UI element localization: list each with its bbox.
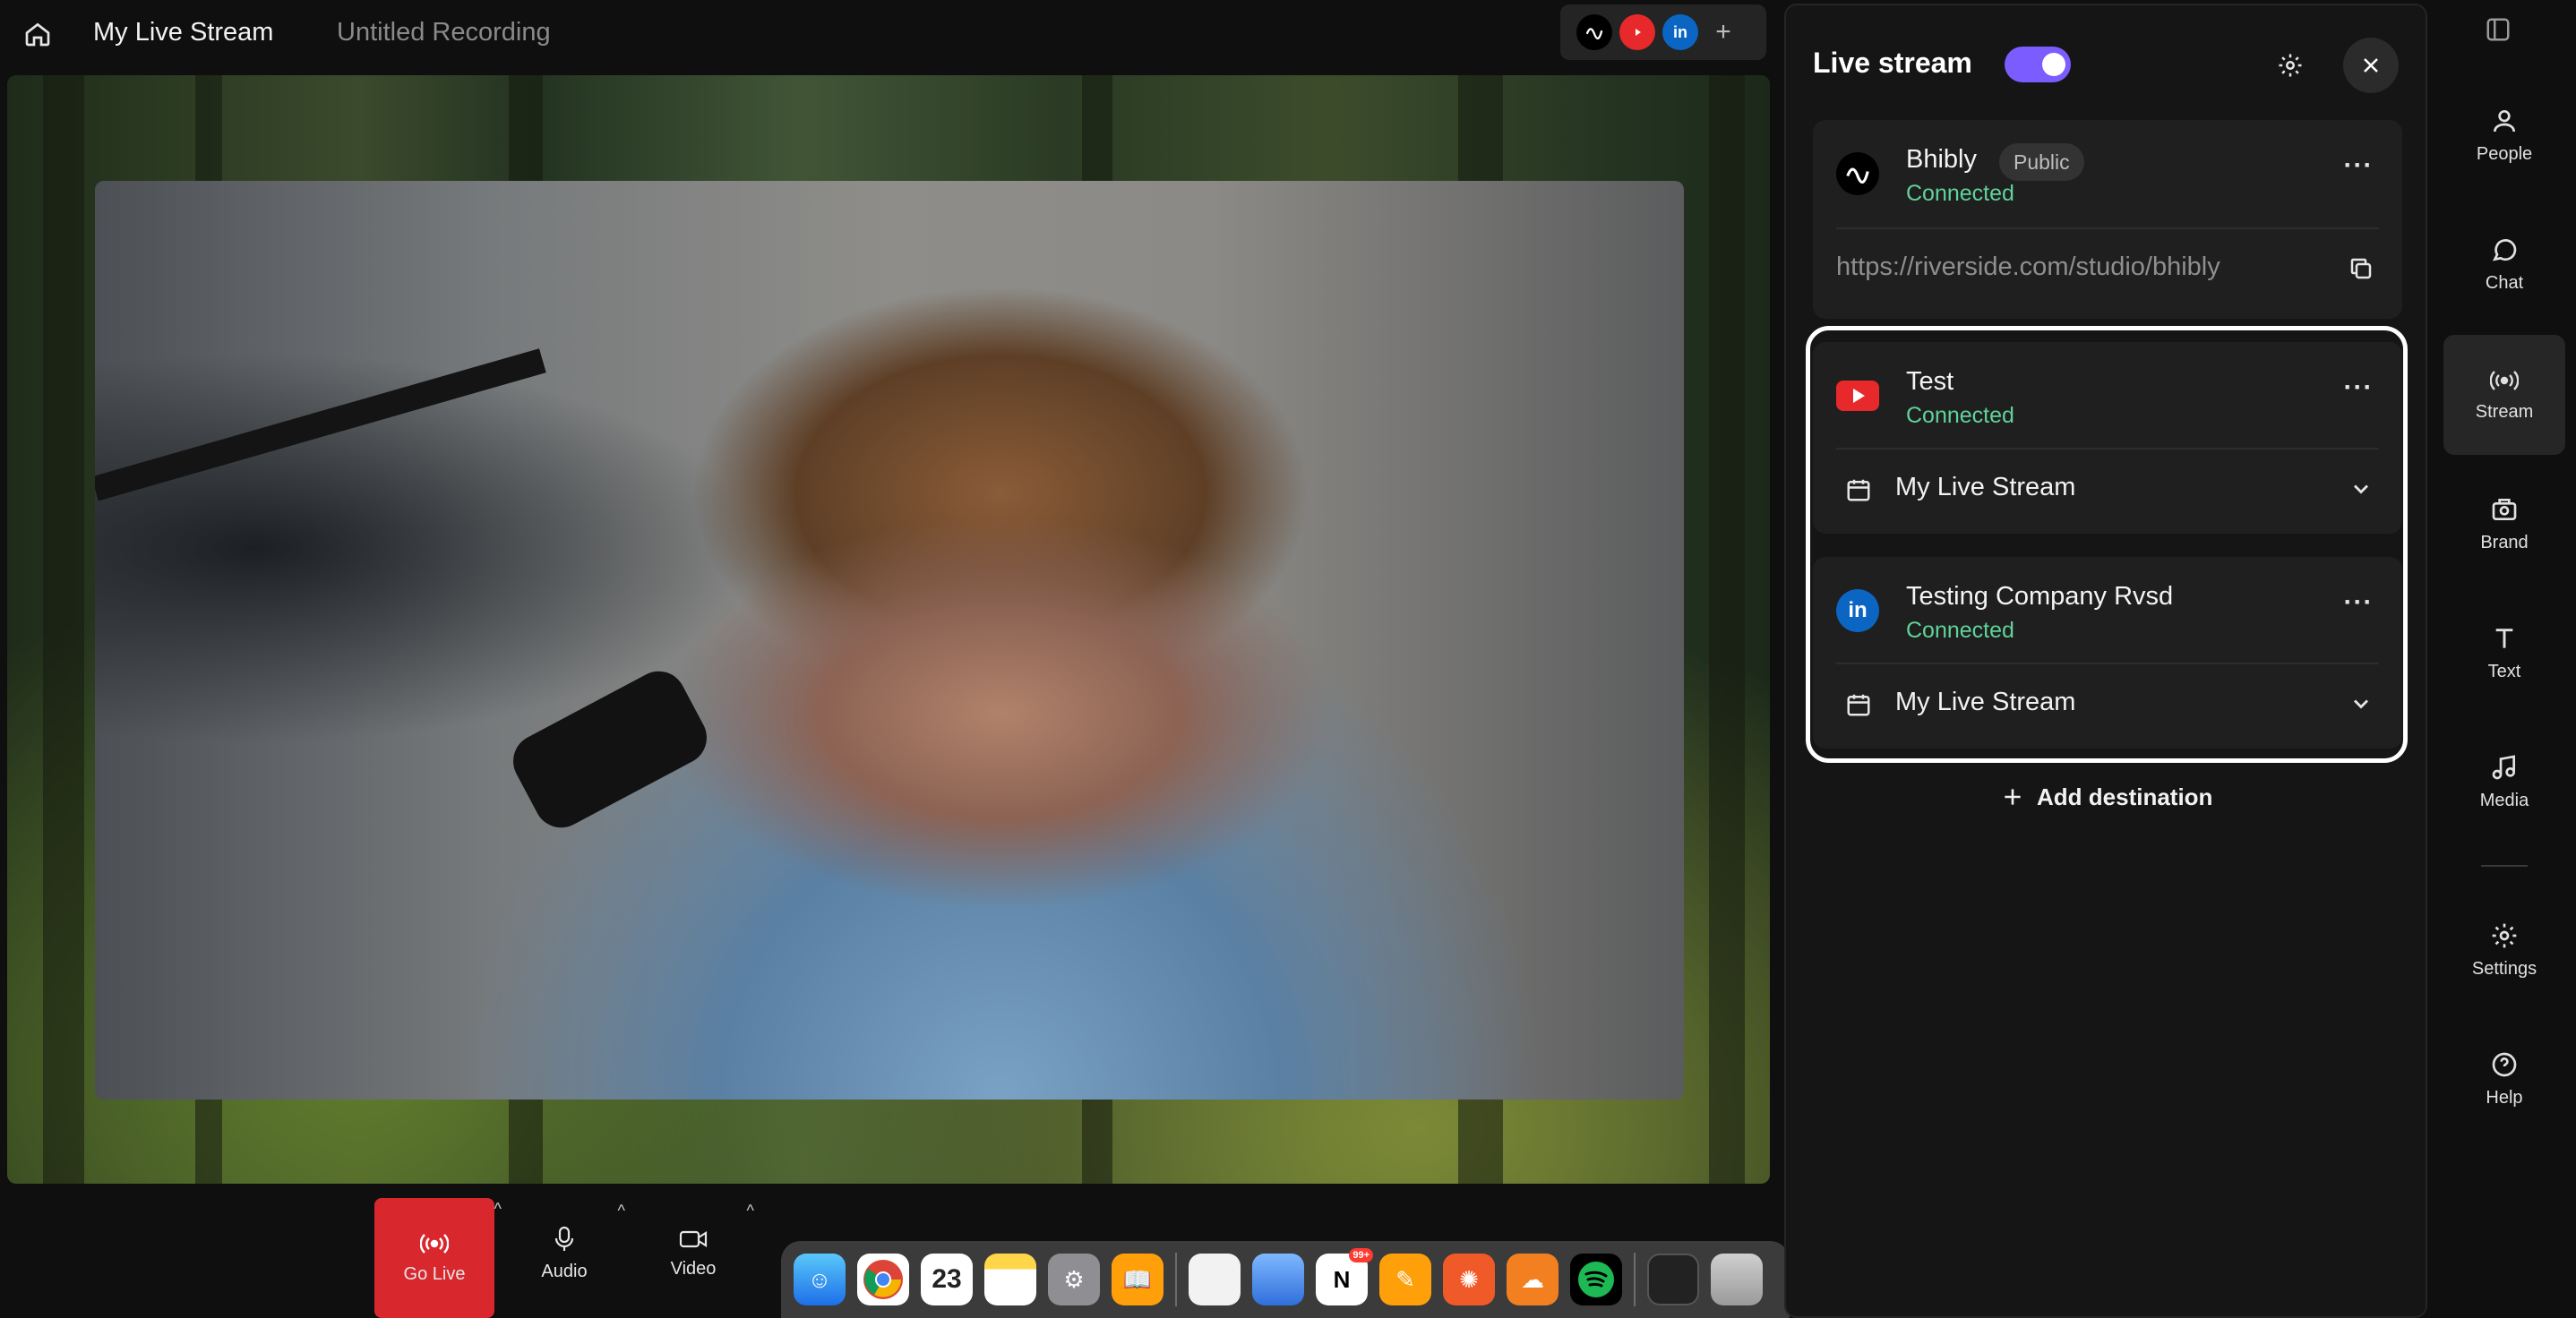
plus-icon bbox=[2005, 789, 2021, 805]
participant-video[interactable] bbox=[95, 181, 1684, 1100]
sidebar-item-brand[interactable]: Brand bbox=[2443, 464, 2565, 584]
people-icon bbox=[2494, 109, 2515, 132]
youtube-icon bbox=[1619, 14, 1655, 50]
help-icon bbox=[2492, 1052, 2517, 1076]
copy-link-button[interactable] bbox=[2341, 249, 2381, 288]
sidebar-item-media[interactable]: Media bbox=[2443, 722, 2565, 842]
copy-icon bbox=[2350, 258, 2372, 279]
connection-status: Connected bbox=[1906, 181, 2014, 206]
more-options-button[interactable]: ··· bbox=[2338, 152, 2379, 190]
background-tree bbox=[43, 75, 84, 1184]
video-button[interactable]: Video ^ bbox=[640, 1200, 754, 1307]
chat-icon bbox=[2492, 238, 2517, 261]
database-app-icon[interactable] bbox=[1252, 1254, 1304, 1305]
sidebar-item-text[interactable]: Text bbox=[2443, 593, 2565, 713]
live-stream-toggle[interactable] bbox=[2005, 47, 2071, 82]
claude-icon[interactable]: ✺ bbox=[1443, 1254, 1495, 1305]
trash-icon[interactable] bbox=[1711, 1254, 1763, 1305]
visibility-badge: Public bbox=[1999, 143, 2084, 181]
notes-icon[interactable] bbox=[984, 1254, 1036, 1305]
sidebar-item-chat[interactable]: Chat bbox=[2443, 204, 2565, 324]
mic-arm bbox=[95, 348, 546, 501]
chevron-up-icon[interactable]: ^ bbox=[747, 1202, 754, 1220]
collapse-sidebar-button[interactable] bbox=[2485, 16, 2512, 47]
window-preview-icon[interactable] bbox=[1647, 1254, 1699, 1305]
sidebar-item-label: Brand bbox=[2480, 532, 2529, 552]
studio-url[interactable]: https://riverside.com/studio/bhibly bbox=[1836, 252, 2220, 282]
close-icon bbox=[2364, 58, 2378, 73]
text-icon bbox=[2495, 628, 2513, 648]
stream-icon bbox=[2490, 370, 2519, 390]
cloudflare-icon[interactable]: ☁ bbox=[1507, 1254, 1558, 1305]
destination-name: Bhibly bbox=[1906, 145, 1977, 174]
riverside-icon bbox=[1576, 14, 1612, 50]
add-destination-label: Add destination bbox=[2037, 783, 2213, 810]
go-live-label: Go Live bbox=[403, 1263, 466, 1284]
toggle-knob bbox=[2042, 53, 2065, 76]
sidebar-item-help[interactable]: Help bbox=[2443, 1019, 2565, 1139]
notification-badge: 99+ bbox=[1349, 1248, 1373, 1262]
sidebar-item-stream[interactable]: Stream bbox=[2443, 335, 2565, 455]
gear-icon bbox=[2279, 54, 2302, 77]
riverside-icon bbox=[1836, 152, 1879, 195]
stream-title[interactable]: My Live Stream bbox=[93, 16, 273, 48]
video-label: Video bbox=[670, 1258, 717, 1279]
gear-icon bbox=[2492, 923, 2517, 947]
close-panel-button[interactable] bbox=[2343, 38, 2399, 93]
notion-icon[interactable]: N 99+ bbox=[1316, 1248, 1373, 1305]
spotify-icon[interactable] bbox=[1570, 1254, 1622, 1305]
sidebar-item-label: Help bbox=[2486, 1087, 2523, 1108]
sidebar-item-label: People bbox=[2476, 143, 2533, 164]
finder-icon[interactable]: ☺ bbox=[794, 1254, 846, 1305]
reminders-icon[interactable] bbox=[1189, 1254, 1241, 1305]
audio-label: Audio bbox=[541, 1261, 588, 1281]
broadcast-icon bbox=[420, 1233, 449, 1254]
books-icon[interactable]: 📖 bbox=[1112, 1254, 1163, 1305]
chevron-up-icon[interactable]: ^ bbox=[618, 1202, 625, 1220]
recording-title[interactable]: Untitled Recording bbox=[337, 16, 551, 48]
microphone-icon bbox=[554, 1226, 574, 1251]
chrome-icon[interactable] bbox=[857, 1254, 909, 1305]
audio-button[interactable]: Audio ^ bbox=[511, 1200, 625, 1307]
camera-icon bbox=[679, 1230, 708, 1247]
top-bar: My Live Stream Untitled Recording in + bbox=[0, 0, 1773, 70]
chevron-up-icon[interactable]: ^ bbox=[494, 1200, 502, 1219]
system-settings-icon[interactable]: ⚙ bbox=[1048, 1254, 1100, 1305]
sidebar-divider bbox=[2481, 865, 2528, 867]
sidebar-item-people[interactable]: People bbox=[2443, 75, 2565, 195]
calendar-date: 23 bbox=[932, 1264, 962, 1294]
macos-dock: ☺ 23 ⚙ 📖 N 99+ ✎ ✺ ☁ bbox=[781, 1241, 1790, 1318]
sidebar-item-label: Chat bbox=[2485, 272, 2524, 293]
music-note-icon bbox=[2492, 754, 2515, 779]
go-live-button[interactable]: Go Live ^ bbox=[374, 1198, 502, 1318]
destinations-summary[interactable]: in + bbox=[1560, 4, 1766, 60]
highlight-frame bbox=[1806, 326, 2408, 763]
microphone bbox=[503, 662, 717, 837]
panel-settings-button[interactable] bbox=[2270, 45, 2311, 86]
sidebar-item-label: Settings bbox=[2471, 958, 2537, 979]
home-button[interactable] bbox=[20, 16, 56, 52]
right-sidebar: People Chat Stream Brand Text Media Sett… bbox=[2429, 0, 2576, 1318]
sidebar-item-label: Media bbox=[2479, 790, 2529, 810]
linkedin-icon: in bbox=[1662, 14, 1698, 50]
dock-separator bbox=[1634, 1253, 1636, 1306]
calendar-icon[interactable]: 23 bbox=[921, 1254, 973, 1305]
stage-background bbox=[7, 75, 1770, 1184]
divider bbox=[1836, 227, 2379, 229]
add-destination-button[interactable]: Add destination bbox=[2001, 779, 2212, 815]
sidebar-item-settings[interactable]: Settings bbox=[2443, 890, 2565, 1010]
pages-icon[interactable]: ✎ bbox=[1379, 1254, 1431, 1305]
dock-separator bbox=[1175, 1253, 1177, 1306]
background-tree bbox=[1709, 75, 1745, 1184]
panel-title: Live stream bbox=[1813, 47, 1972, 79]
sidebar-item-label: Text bbox=[2487, 661, 2521, 681]
add-destination-icon[interactable]: + bbox=[1705, 14, 1741, 50]
sidebar-toggle-icon bbox=[2486, 18, 2510, 41]
home-icon bbox=[25, 22, 50, 47]
sidebar-item-label: Stream bbox=[2475, 401, 2534, 422]
destination-card-riverside: Bhibly Public Connected ··· https://rive… bbox=[1813, 120, 2402, 319]
brand-icon bbox=[2492, 498, 2517, 520]
